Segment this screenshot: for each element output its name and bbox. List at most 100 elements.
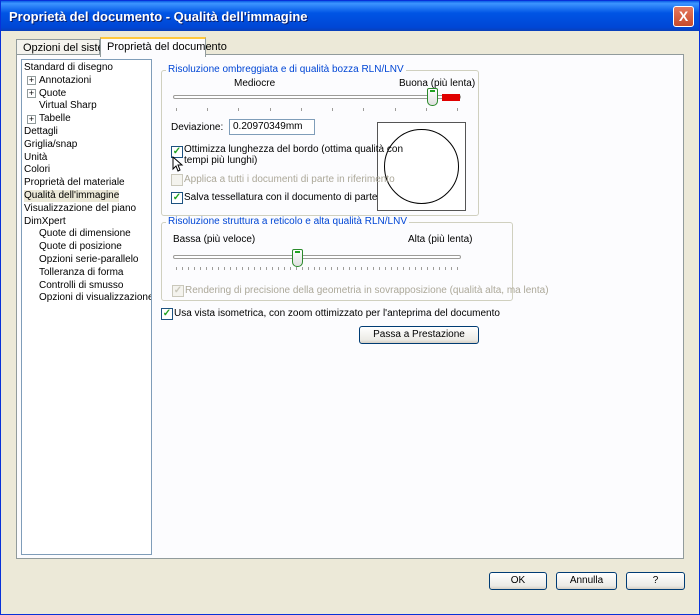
slider-tick — [248, 267, 249, 270]
tree-item[interactable]: Griglia/snap — [24, 139, 77, 151]
slider-tick — [236, 267, 237, 270]
deviation-input[interactable]: 0.20970349mm — [229, 119, 315, 135]
slider-max-marker — [442, 94, 460, 101]
isometric-view-checkbox[interactable]: ✓ — [161, 308, 173, 320]
expand-icon[interactable]: + — [27, 76, 36, 86]
slider-tick — [272, 267, 273, 270]
wireframe-quality-slider[interactable] — [292, 249, 303, 267]
tree-item[interactable]: DimXpert — [24, 216, 66, 228]
slider-tick — [331, 267, 332, 270]
slider-tick — [182, 267, 183, 270]
slider-tick — [385, 267, 386, 270]
shaded-slider-ticks — [176, 108, 458, 112]
expand-icon[interactable]: + — [27, 114, 36, 124]
precision-rendering-label: Rendering di precisione della geometria … — [185, 285, 549, 296]
help-button[interactable]: ? — [626, 572, 685, 590]
slider-tick — [260, 267, 261, 270]
window-title: Proprietà del documento - Qualità dell'i… — [9, 9, 308, 24]
slider-tick — [230, 267, 231, 270]
tree-item[interactable]: Controlli di smusso — [39, 280, 123, 292]
tree-item-label: Quote — [39, 87, 67, 99]
tree-item[interactable]: Colori — [24, 164, 50, 176]
slider-tick — [200, 267, 201, 270]
tree-item[interactable]: Unità — [24, 152, 47, 164]
slider-tick — [445, 267, 446, 270]
tree-item[interactable]: Proprietà del materiale — [24, 177, 125, 189]
slider-tick — [238, 108, 239, 111]
precision-rendering-checkbox[interactable]: ✓ — [172, 285, 184, 297]
tab-document-properties[interactable]: Proprietà del documento — [100, 37, 227, 57]
tree-item[interactable]: Visualizzazione del piano — [24, 203, 136, 215]
tree-item[interactable]: Virtual Sharp — [39, 100, 97, 112]
shaded-low-label: Mediocre — [234, 78, 276, 89]
slider-tick — [427, 267, 428, 270]
tree-item-label: Unità — [24, 151, 48, 163]
tree-item-label: Proprietà del materiale — [24, 177, 125, 189]
slider-tick — [433, 267, 434, 270]
optimize-edge-label-line2: tempi più lunghi) — [184, 155, 258, 166]
wireframe-group-label: Risoluzione struttura a reticolo e alta … — [166, 216, 410, 227]
tree-item[interactable]: Quote — [39, 88, 66, 100]
slider-tick — [361, 267, 362, 270]
slider-tick — [439, 267, 440, 270]
tree-item[interactable]: Tolleranza di forma — [39, 267, 123, 279]
slider-tick — [363, 108, 364, 111]
slider-tick — [367, 267, 368, 270]
slider-tick — [337, 267, 338, 270]
tree-item-label: Standard di disegno — [24, 62, 113, 73]
tree-item[interactable]: Tabelle — [39, 113, 71, 125]
ok-button[interactable]: OK — [489, 572, 547, 590]
wireframe-slider-ticks — [176, 267, 458, 271]
slider-tick — [176, 267, 177, 270]
switch-performance-button[interactable]: Passa a Prestazione — [359, 326, 479, 344]
options-tree[interactable]: Standard di disegno Annotazioni + Quote + Vir… — [21, 59, 152, 555]
slider-tick — [349, 267, 350, 270]
tree-item-label: Tabelle — [39, 113, 71, 125]
tree-item[interactable]: Quote di dimensione — [39, 228, 131, 240]
slider-tick — [397, 267, 398, 270]
tree-item-label: Virtual Sharp — [39, 100, 97, 112]
tree-item[interactable]: Standard di disegno — [24, 62, 113, 74]
slider-tick — [194, 267, 195, 270]
slider-tick — [296, 267, 297, 270]
save-tessellation-checkbox[interactable]: ✓ — [171, 192, 183, 204]
slider-tick — [426, 108, 427, 111]
slider-tick — [176, 108, 177, 111]
slider-tick — [355, 267, 356, 270]
dialog-window: Proprietà del documento - Qualità dell'i… — [0, 0, 700, 615]
slider-tick — [212, 267, 213, 270]
close-icon: X — [678, 8, 689, 24]
shaded-quality-slider[interactable] — [427, 88, 438, 106]
tree-item-label: Controlli di smusso — [39, 279, 124, 291]
cancel-button[interactable]: Annulla — [556, 572, 617, 590]
expand-icon[interactable]: + — [27, 89, 36, 99]
slider-tick — [290, 267, 291, 270]
tree-item[interactable]: Dettagli — [24, 126, 58, 138]
tessellation-preview — [377, 122, 466, 211]
slider-tick — [451, 267, 452, 270]
tree-item[interactable]: Annotazioni — [39, 75, 91, 87]
slider-tick — [332, 108, 333, 111]
tree-item[interactable]: Opzioni serie-parallelo — [39, 254, 139, 266]
tree-item-label: Annotazioni — [39, 74, 92, 86]
tree-item[interactable]: Quote di posizione — [39, 241, 122, 253]
apply-all-parts-label: Applica a tutti i documenti di parte in … — [184, 174, 395, 185]
slider-tick — [379, 267, 380, 270]
shaded-group-label: Risoluzione ombreggiata e di qualità boz… — [166, 64, 406, 75]
close-button[interactable]: X — [673, 6, 694, 27]
slider-tick — [266, 267, 267, 270]
apply-all-parts-checkbox[interactable] — [171, 174, 183, 186]
shaded-slider-track — [173, 95, 461, 99]
slider-tick — [373, 267, 374, 270]
slider-tick — [207, 108, 208, 111]
tree-item[interactable]: Opzioni di visualizzazione — [39, 292, 151, 304]
slider-tick — [391, 267, 392, 270]
slider-tick — [270, 108, 271, 111]
slider-tick — [242, 267, 243, 270]
title-bar[interactable]: Proprietà del documento - Qualità dell'i… — [1, 1, 699, 31]
slider-tick — [325, 267, 326, 270]
tree-item-label: Opzioni serie-parallelo — [39, 254, 139, 265]
deviation-label: Deviazione: — [171, 122, 224, 133]
tree-item[interactable]: Qualità dell'immagine — [24, 190, 120, 202]
slider-tick — [308, 267, 309, 270]
